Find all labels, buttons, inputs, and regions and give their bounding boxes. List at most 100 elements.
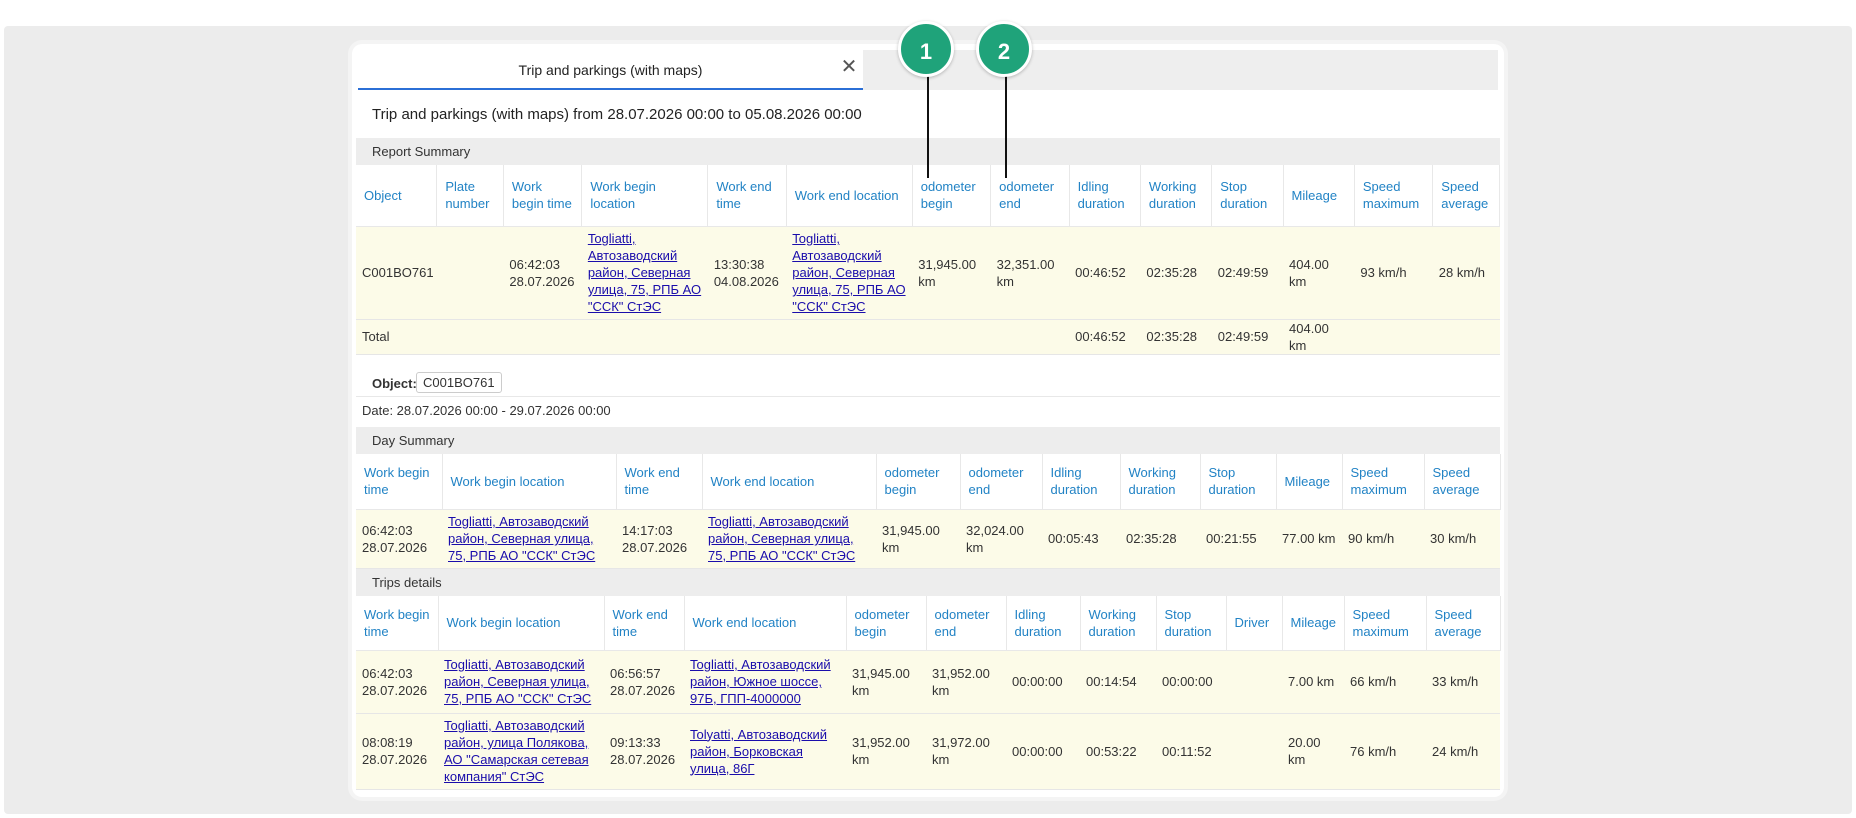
cell-idling: 00:00:00 xyxy=(1006,650,1080,714)
column-header: odometer end xyxy=(960,454,1043,510)
column-header: Work begin time xyxy=(503,165,583,227)
column-header: Idling duration xyxy=(1042,454,1121,510)
tab-trip-parkings[interactable]: Trip and parkings (with maps) ✕ xyxy=(358,50,863,90)
column-header: Work begin time xyxy=(356,596,439,651)
cell-idling: 00:00:00 xyxy=(1006,713,1080,790)
close-icon[interactable]: ✕ xyxy=(838,56,860,78)
cell-end-time: 09:13:33 28.07.2026 xyxy=(604,713,684,790)
column-header: Working duration xyxy=(1140,165,1213,227)
column-header: Mileage xyxy=(1282,596,1345,651)
column-header: Object xyxy=(356,165,438,227)
cell-working: 02:35:28 xyxy=(1120,509,1200,569)
total-empty xyxy=(1354,319,1433,355)
cell-mileage: 404.00 km xyxy=(1283,226,1355,320)
tab-label: Trip and parkings (with maps) xyxy=(518,62,703,78)
column-header: Working duration xyxy=(1120,454,1201,510)
cell-end-location: Togliatti, Автозаводский район, Южное шо… xyxy=(684,650,846,714)
cell-begin-time: 06:42:03 28.07.2026 xyxy=(356,509,442,569)
cell-begin-time: 06:42:03 28.07.2026 xyxy=(356,650,438,714)
cell-odometer-end: 31,972.00 km xyxy=(926,713,1006,790)
location-link[interactable]: Tolyatti, Автозаводский район, Борковска… xyxy=(690,727,827,776)
column-header: Working duration xyxy=(1080,596,1157,651)
cell-begin-time: 08:08:19 28.07.2026 xyxy=(356,713,438,790)
column-header: Work end time xyxy=(616,454,703,510)
cell-end-location: Togliatti, Автозаводский район, Северная… xyxy=(702,509,876,569)
column-header: odometer end xyxy=(926,596,1007,651)
marker-pointer-1 xyxy=(927,76,929,178)
cell-begin-time: 06:42:03 28.07.2026 xyxy=(503,226,582,320)
cell-mileage: 77.00 km xyxy=(1276,509,1342,569)
cell-speed-max: 90 km/h xyxy=(1342,509,1424,569)
column-header: Work begin location xyxy=(438,596,605,651)
column-header: odometer begin xyxy=(876,454,961,510)
table-row: C001BO761 06:42:03 28.07.2026 Togliatti,… xyxy=(356,226,1500,320)
cell-odometer-end: 32,024.00 km xyxy=(960,509,1042,569)
cell-stop: 00:11:52 xyxy=(1156,713,1226,790)
table-header: Work begin time Work begin location Work… xyxy=(356,454,1501,510)
column-header: Work begin location xyxy=(442,454,617,510)
column-header: Driver xyxy=(1226,596,1283,651)
table-row: 06:42:03 28.07.2026 Togliatti, Автозавод… xyxy=(356,509,1500,569)
column-header: Speed average xyxy=(1432,165,1500,227)
cell-mileage: 7.00 km xyxy=(1282,650,1344,714)
cell-begin-location: Togliatti, Автозаводский район, Северная… xyxy=(438,650,604,714)
column-header: Speed average xyxy=(1426,596,1501,651)
column-header: Mileage xyxy=(1276,454,1343,510)
total-working: 02:35:28 xyxy=(1140,319,1212,355)
cell-odometer-end: 31,952.00 km xyxy=(926,650,1006,714)
column-header: Work begin location xyxy=(581,165,709,227)
column-header: Stop duration xyxy=(1156,596,1227,651)
column-header: Work end location xyxy=(702,454,877,510)
location-link[interactable]: Togliatti, Автозаводский район, Северная… xyxy=(792,231,905,314)
cell-odometer-begin: 31,952.00 km xyxy=(846,713,926,790)
location-link[interactable]: Togliatti, Автозаводский район, Северная… xyxy=(588,231,701,314)
column-header: Stop duration xyxy=(1200,454,1277,510)
cell-end-time: 06:56:57 28.07.2026 xyxy=(604,650,684,714)
total-row: Total 00:46:52 02:35:28 02:49:59 404.00 … xyxy=(356,319,1500,355)
column-header: odometer begin xyxy=(846,596,927,651)
section-trips-details: Trips details xyxy=(356,569,1500,596)
column-header: Speed maximum xyxy=(1342,454,1425,510)
object-badge[interactable]: C001BO761 xyxy=(416,372,502,393)
cell-begin-location: Togliatti, Автозаводский район, улица По… xyxy=(438,713,604,790)
object-label: Object: xyxy=(372,376,417,391)
location-link[interactable]: Togliatti, Автозаводский район, Северная… xyxy=(708,514,855,563)
cell-begin-location: Togliatti, Автозаводский район, Северная… xyxy=(442,509,616,569)
column-header: Work end time xyxy=(707,165,787,227)
location-link[interactable]: Togliatti, Автозаводский район, улица По… xyxy=(444,718,589,784)
column-header: odometer begin xyxy=(912,165,992,227)
column-header: Speed average xyxy=(1424,454,1501,510)
cell-driver xyxy=(1226,650,1282,714)
annotation-marker-2: 2 xyxy=(976,21,1032,77)
cell-plate xyxy=(436,226,504,320)
cell-mileage: 20.00 km xyxy=(1282,713,1344,790)
cell-speed-max: 76 km/h xyxy=(1344,713,1426,790)
column-header: Speed maximum xyxy=(1344,596,1427,651)
cell-working: 00:14:54 xyxy=(1080,650,1156,714)
total-mileage: 404.00 km xyxy=(1283,319,1355,355)
column-header: Work end location xyxy=(786,165,913,227)
cell-speed-avg: 33 km/h xyxy=(1426,650,1500,714)
column-header: Stop duration xyxy=(1211,165,1284,227)
cell-end-location: Togliatti, Автозаводский район, Северная… xyxy=(786,226,913,320)
column-header: Mileage xyxy=(1283,165,1355,227)
cell-speed-max: 93 km/h xyxy=(1354,226,1433,320)
cell-end-time: 13:30:38 04.08.2026 xyxy=(707,226,787,320)
date-range: Date: 28.07.2026 00:00 - 29.07.2026 00:0… xyxy=(362,403,611,418)
location-link[interactable]: Togliatti, Автозаводский район, Северная… xyxy=(444,657,591,706)
column-header: Work end location xyxy=(684,596,847,651)
cell-speed-avg: 30 km/h xyxy=(1424,509,1500,569)
location-link[interactable]: Togliatti, Автозаводский район, Южное шо… xyxy=(690,657,831,706)
cell-stop: 00:21:55 xyxy=(1200,509,1276,569)
cell-idling: 00:05:43 xyxy=(1042,509,1120,569)
trips-details-table: Work begin time Work begin location Work… xyxy=(356,596,1501,790)
cell-end-location: Tolyatti, Автозаводский район, Борковска… xyxy=(684,713,846,790)
total-stop: 02:49:59 xyxy=(1211,319,1284,355)
location-link[interactable]: Togliatti, Автозаводский район, Северная… xyxy=(448,514,595,563)
cell-working: 00:53:22 xyxy=(1080,713,1156,790)
column-header: Work begin time xyxy=(356,454,443,510)
table-row: 06:42:03 28.07.2026 Togliatti, Автозавод… xyxy=(356,650,1500,714)
column-header: Plate number xyxy=(436,165,504,227)
cell-working: 02:35:28 xyxy=(1140,226,1212,320)
column-header: odometer end xyxy=(990,165,1070,227)
